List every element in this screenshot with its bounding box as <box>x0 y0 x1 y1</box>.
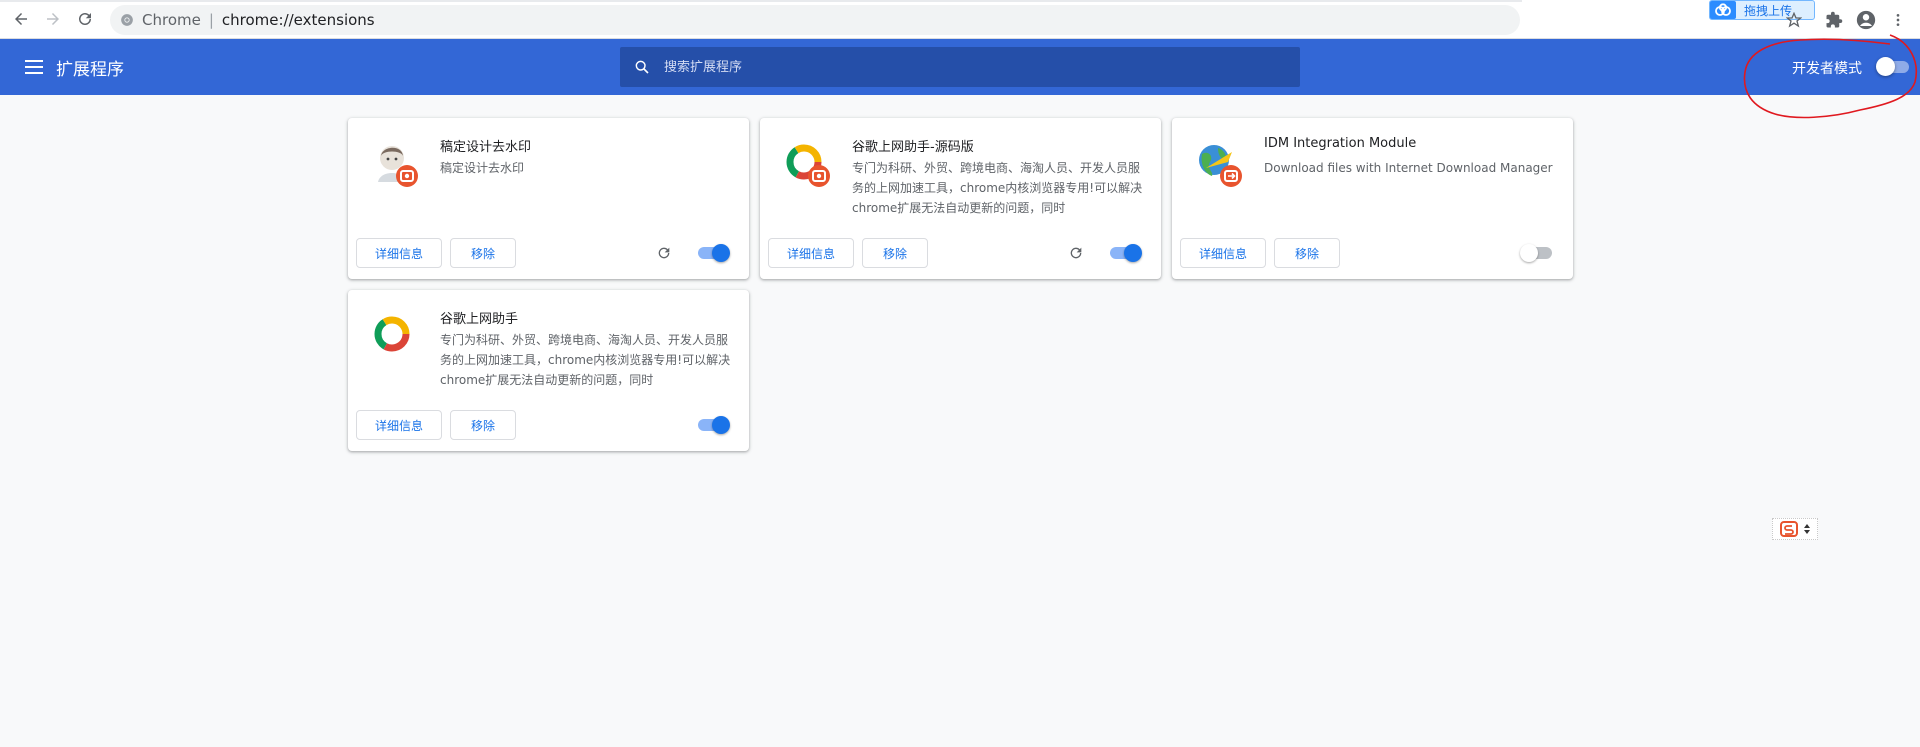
profile-button[interactable] <box>1855 9 1877 31</box>
reload-button[interactable] <box>74 8 96 30</box>
sogou-s-icon <box>1780 521 1798 537</box>
more-vertical-icon <box>1896 14 1900 26</box>
toggle-thumb <box>1520 244 1538 262</box>
avatar-icon <box>378 146 418 187</box>
chrome-ring-icon <box>786 144 830 187</box>
page-title: 扩展程序 <box>56 60 124 80</box>
hamburger-icon <box>25 60 43 74</box>
reload-icon <box>79 12 91 25</box>
extension-card-gugeshangwang-source: 谷歌上网助手-源码版 专门为科研、外贸、跨境电商、海淘人员、开发人员服务的上网加… <box>760 118 1161 279</box>
extension-name: IDM Integration Module <box>1264 136 1417 151</box>
reload-extension-button[interactable] <box>1066 243 1086 263</box>
updown-arrows-icon <box>1804 524 1810 534</box>
reload-icon <box>658 247 670 259</box>
toggle-thumb <box>712 244 730 262</box>
idm-globe-icon <box>1199 145 1242 187</box>
url-text: chrome://extensions <box>221 11 375 29</box>
remove-button[interactable]: 移除 <box>450 238 516 268</box>
reload-icon <box>1070 247 1082 259</box>
puzzle-icon <box>1826 11 1843 28</box>
details-button[interactable]: 详细信息 <box>356 410 442 440</box>
enable-toggle[interactable] <box>1108 244 1142 262</box>
extension-name: 稿定设计去水印 <box>440 140 532 155</box>
red-circle-annotation <box>1743 34 1917 119</box>
chrome-ring-icon <box>374 316 410 352</box>
details-button[interactable]: 详细信息 <box>356 238 442 268</box>
remove-button[interactable]: 移除 <box>450 410 516 440</box>
arrow-right-icon <box>47 13 59 25</box>
search-input[interactable] <box>664 59 1264 75</box>
extensions-header: 扩展程序 开发者模式 <box>0 39 1920 95</box>
details-button[interactable]: 详细信息 <box>768 238 854 268</box>
browser-toolbar: Chrome | chrome://extensions 拖拽上传 <box>0 0 1920 39</box>
reload-extension-button[interactable] <box>654 243 674 263</box>
loading-bar <box>0 0 1522 2</box>
bookmark-star-button[interactable] <box>1783 9 1805 31</box>
account-circle-icon <box>1856 10 1876 30</box>
toggle-thumb <box>712 416 730 434</box>
extension-description: 专门为科研、外贸、跨境电商、海淘人员、开发人员服务的上网加速工具，chrome内… <box>440 333 731 387</box>
chrome-logo-icon <box>121 14 133 26</box>
star-icon <box>1786 12 1802 28</box>
extension-card-idm: IDM Integration Module Download files wi… <box>1172 118 1573 279</box>
remove-button[interactable]: 移除 <box>862 238 928 268</box>
back-button[interactable] <box>10 8 32 30</box>
url-separator: | <box>208 11 214 29</box>
remove-button[interactable]: 移除 <box>1274 238 1340 268</box>
details-button[interactable]: 详细信息 <box>1180 238 1266 268</box>
enable-toggle[interactable] <box>696 416 730 434</box>
toggle-thumb <box>1124 244 1142 262</box>
extension-name: 谷歌上网助手 <box>440 312 519 327</box>
enable-toggle[interactable] <box>1520 244 1554 262</box>
extension-description: 专门为科研、外贸、跨境电商、海淘人员、开发人员服务的上网加速工具，chrome内… <box>852 161 1143 215</box>
extension-name: 谷歌上网助手-源码版 <box>852 140 974 155</box>
main-menu-button[interactable] <box>22 55 46 79</box>
extension-card-gugeshangwang: 谷歌上网助手 专门为科研、外贸、跨境电商、海淘人员、开发人员服务的上网加速工具，… <box>348 290 749 451</box>
arrow-left-icon <box>15 13 27 25</box>
extensions-button[interactable] <box>1823 9 1845 31</box>
cloud-upload-icon <box>1710 1 1736 19</box>
extension-card-gaoding: 稿定设计去水印 稿定设计去水印 详细信息 移除 <box>348 118 749 279</box>
ime-toolbar[interactable] <box>1772 518 1818 540</box>
site-name: Chrome <box>142 11 201 29</box>
forward-button[interactable] <box>42 8 64 30</box>
browser-menu-button[interactable] <box>1887 9 1909 31</box>
extension-description: Download files with Internet Download Ma… <box>1264 161 1553 175</box>
search-icon <box>635 60 649 74</box>
search-bar[interactable] <box>620 47 1300 87</box>
enable-toggle[interactable] <box>696 244 730 262</box>
extension-description: 稿定设计去水印 <box>440 161 525 175</box>
address-bar[interactable]: Chrome | chrome://extensions <box>110 5 1520 35</box>
